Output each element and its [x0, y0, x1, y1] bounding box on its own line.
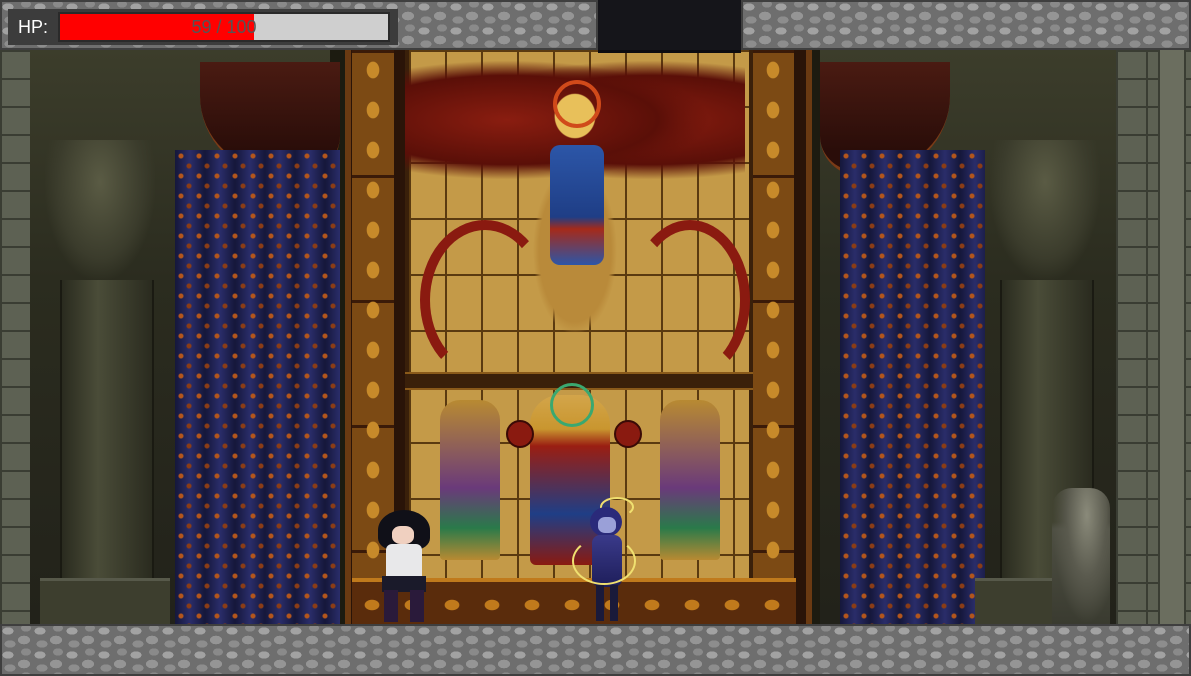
- left-brick-wall: [0, 50, 30, 624]
- right-ribbon: [630, 220, 750, 380]
- angel-armor: [550, 145, 604, 265]
- game-canvas[interactable]: HP: 59 / 100: [0, 0, 1191, 676]
- saint-halo: [550, 383, 594, 427]
- left-robed-figure: [440, 400, 500, 560]
- enemy-tail: [572, 537, 636, 585]
- player-face: [392, 526, 414, 544]
- left-roundel: [506, 420, 534, 448]
- right-roundel: [614, 420, 642, 448]
- right-ornate-column: [752, 50, 794, 624]
- cobblestone-floor: [0, 624, 1191, 676]
- left-gargoyle-statue: [45, 140, 155, 280]
- hp-value: 59 / 100: [191, 16, 257, 37]
- angel-halo: [553, 80, 601, 128]
- right-curtain: [840, 150, 985, 624]
- stone-statue: [1052, 488, 1110, 624]
- left-curtain: [175, 150, 340, 624]
- right-wall-pillar: [1158, 50, 1186, 624]
- enemy-character-icon: [572, 497, 636, 621]
- left-pillar: [60, 280, 154, 580]
- left-pillar-base: [40, 578, 170, 627]
- player-legs: [384, 590, 424, 622]
- ceiling-opening: [598, 0, 741, 53]
- enemy-legs: [596, 585, 618, 621]
- ceiling-right: [741, 0, 1191, 50]
- hp-hud: HP: 59 / 100: [8, 9, 398, 45]
- right-robed-figure: [660, 400, 720, 560]
- hp-label: HP:: [18, 16, 49, 37]
- enemy-face: [598, 517, 616, 533]
- hp-bar: 59 / 100: [58, 12, 391, 42]
- player-character-icon: [368, 510, 440, 622]
- right-gargoyle-statue: [990, 140, 1100, 280]
